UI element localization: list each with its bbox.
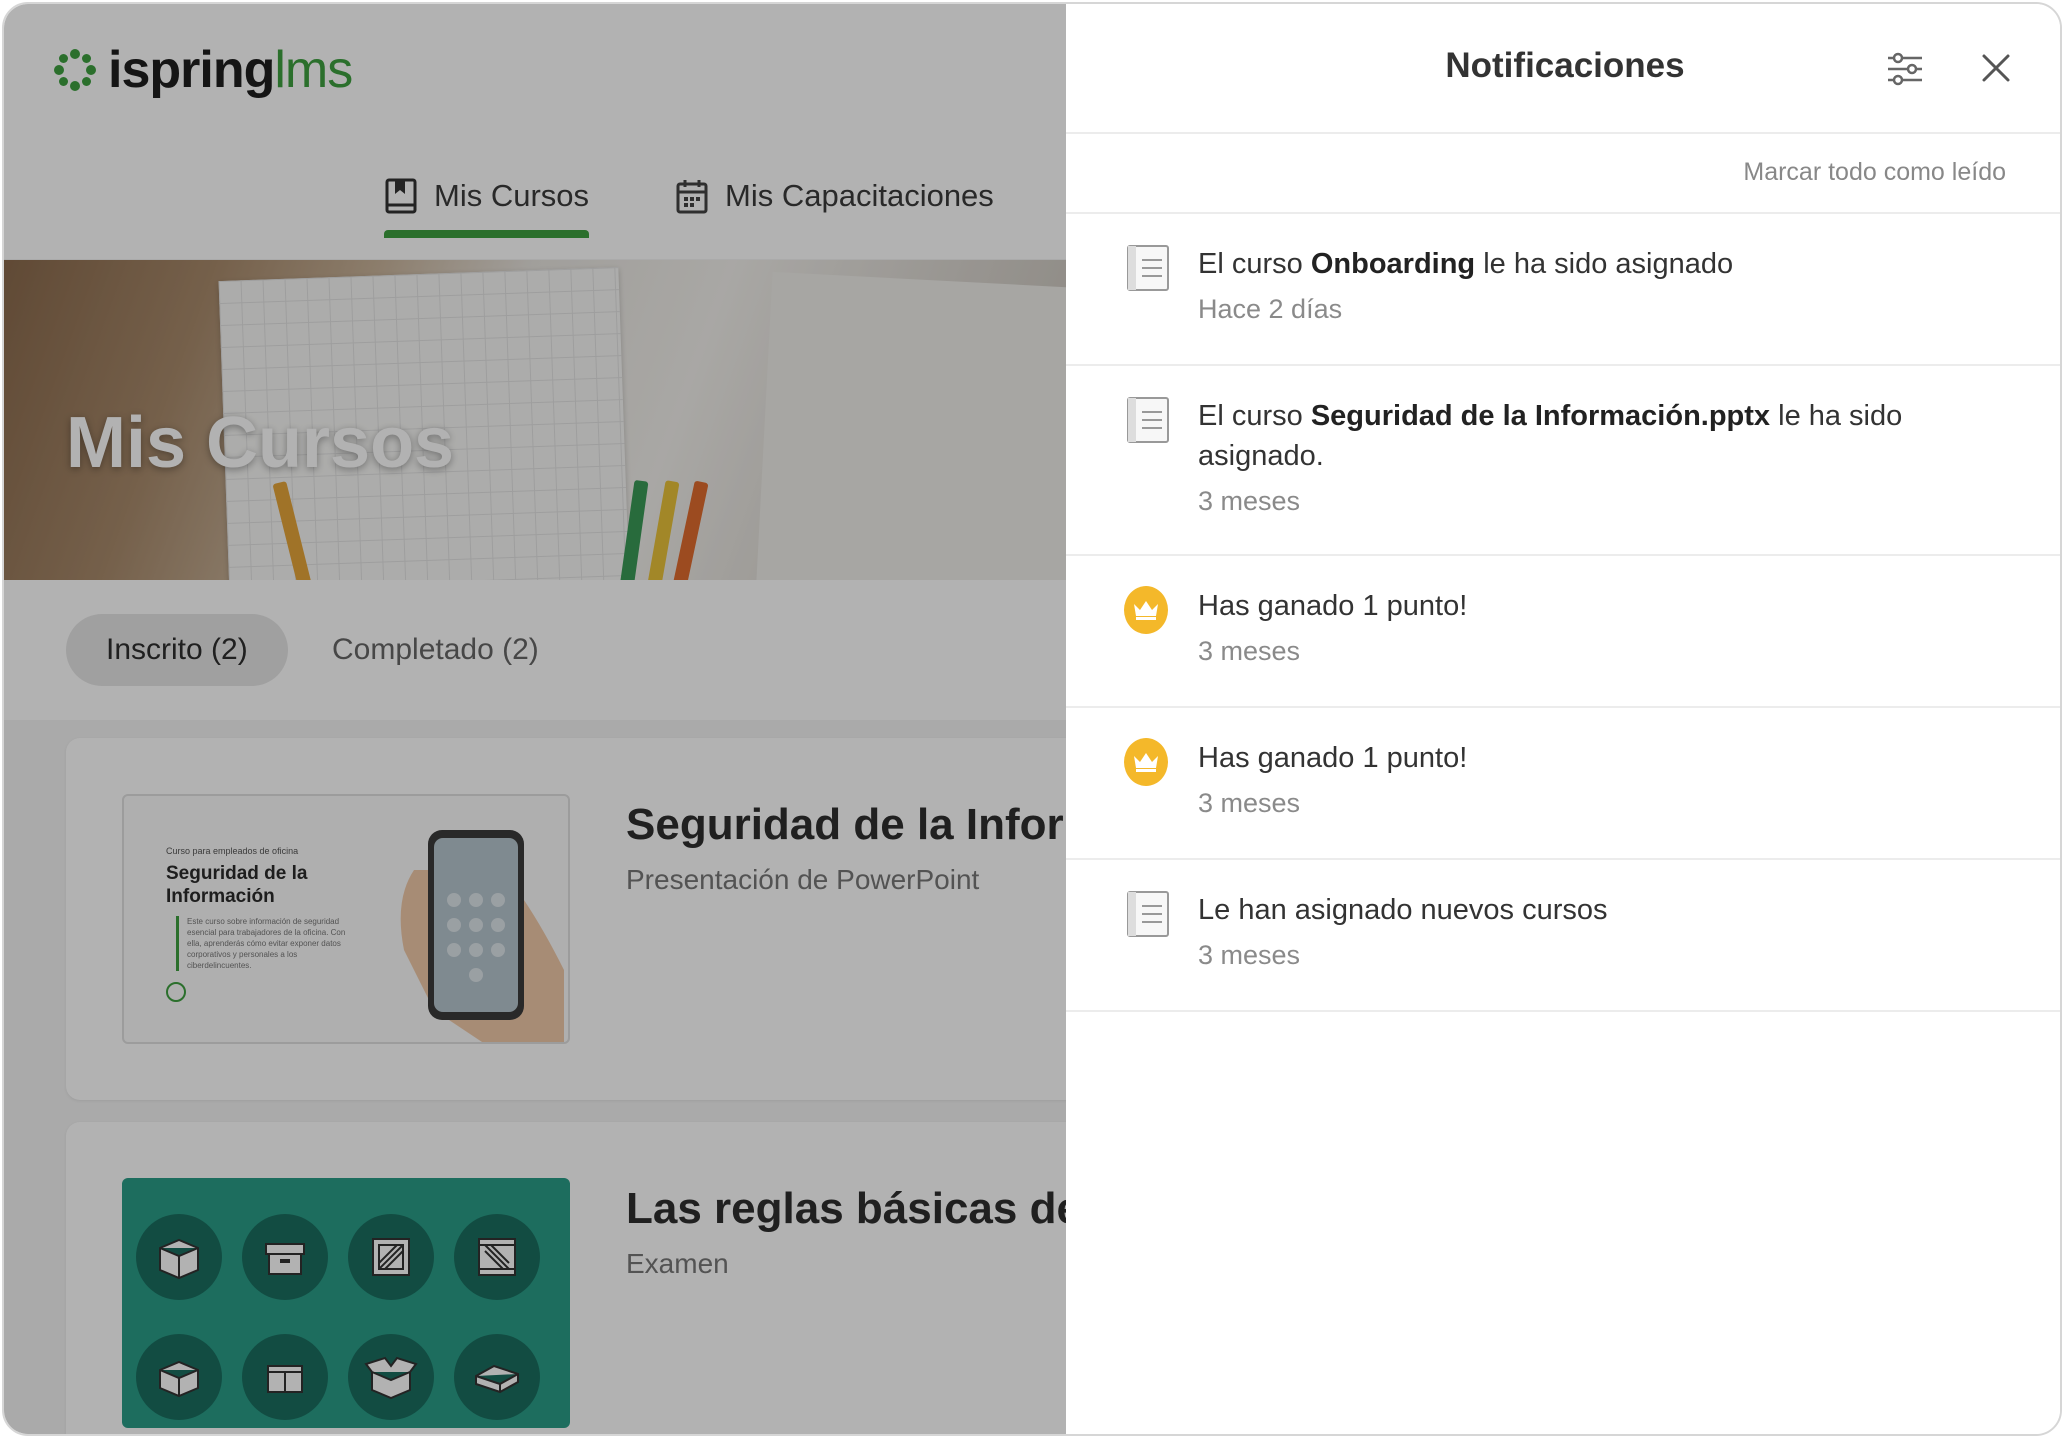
notification-item[interactable]: Has ganado 1 punto! 3 meses: [1066, 556, 2060, 708]
mark-all-read-link[interactable]: Marcar todo como leído: [1743, 158, 2006, 187]
notification-item[interactable]: Le han asignado nuevos cursos 3 meses: [1066, 860, 2060, 1012]
notifications-panel: Notificaciones Marcar todo como leído El…: [1066, 4, 2060, 1434]
notification-text: El curso Seguridad de la Información.ppt…: [1198, 400, 1903, 472]
notification-item[interactable]: El curso Onboarding le ha sido asignado …: [1066, 214, 2060, 366]
panel-actions: Marcar todo como leído: [1066, 134, 2060, 214]
notification-time: 3 meses: [1198, 940, 1301, 970]
notification-time: 3 meses: [1198, 636, 1301, 666]
notification-item[interactable]: El curso Seguridad de la Información.ppt…: [1066, 366, 2060, 556]
notification-text: Has ganado 1 punto!: [1198, 742, 1468, 774]
notification-time: 3 meses: [1198, 486, 1301, 516]
crown-icon: [1124, 738, 1168, 786]
lms-page: ispringlms Mis Cursos Mis Capacitaciones…: [4, 4, 1066, 1434]
notification-time: Hace 2 días: [1198, 294, 1343, 324]
notification-item[interactable]: Has ganado 1 punto! 3 meses: [1066, 708, 2060, 860]
document-icon: [1127, 245, 1169, 291]
settings-sliders-icon[interactable]: [1884, 48, 1926, 90]
close-icon[interactable]: [1978, 50, 2014, 86]
document-icon: [1127, 397, 1169, 443]
modal-backdrop[interactable]: [4, 4, 1066, 1434]
app-window: ispringlms Mis Cursos Mis Capacitaciones…: [2, 2, 2062, 1436]
panel-header: Notificaciones: [1066, 4, 2060, 134]
notification-text: Has ganado 1 punto!: [1198, 590, 1468, 622]
notification-time: 3 meses: [1198, 788, 1301, 818]
notification-text: El curso Onboarding le ha sido asignado: [1198, 248, 1734, 280]
document-icon: [1127, 891, 1169, 937]
notification-text: Le han asignado nuevos cursos: [1198, 894, 1608, 926]
crown-icon: [1124, 586, 1168, 634]
